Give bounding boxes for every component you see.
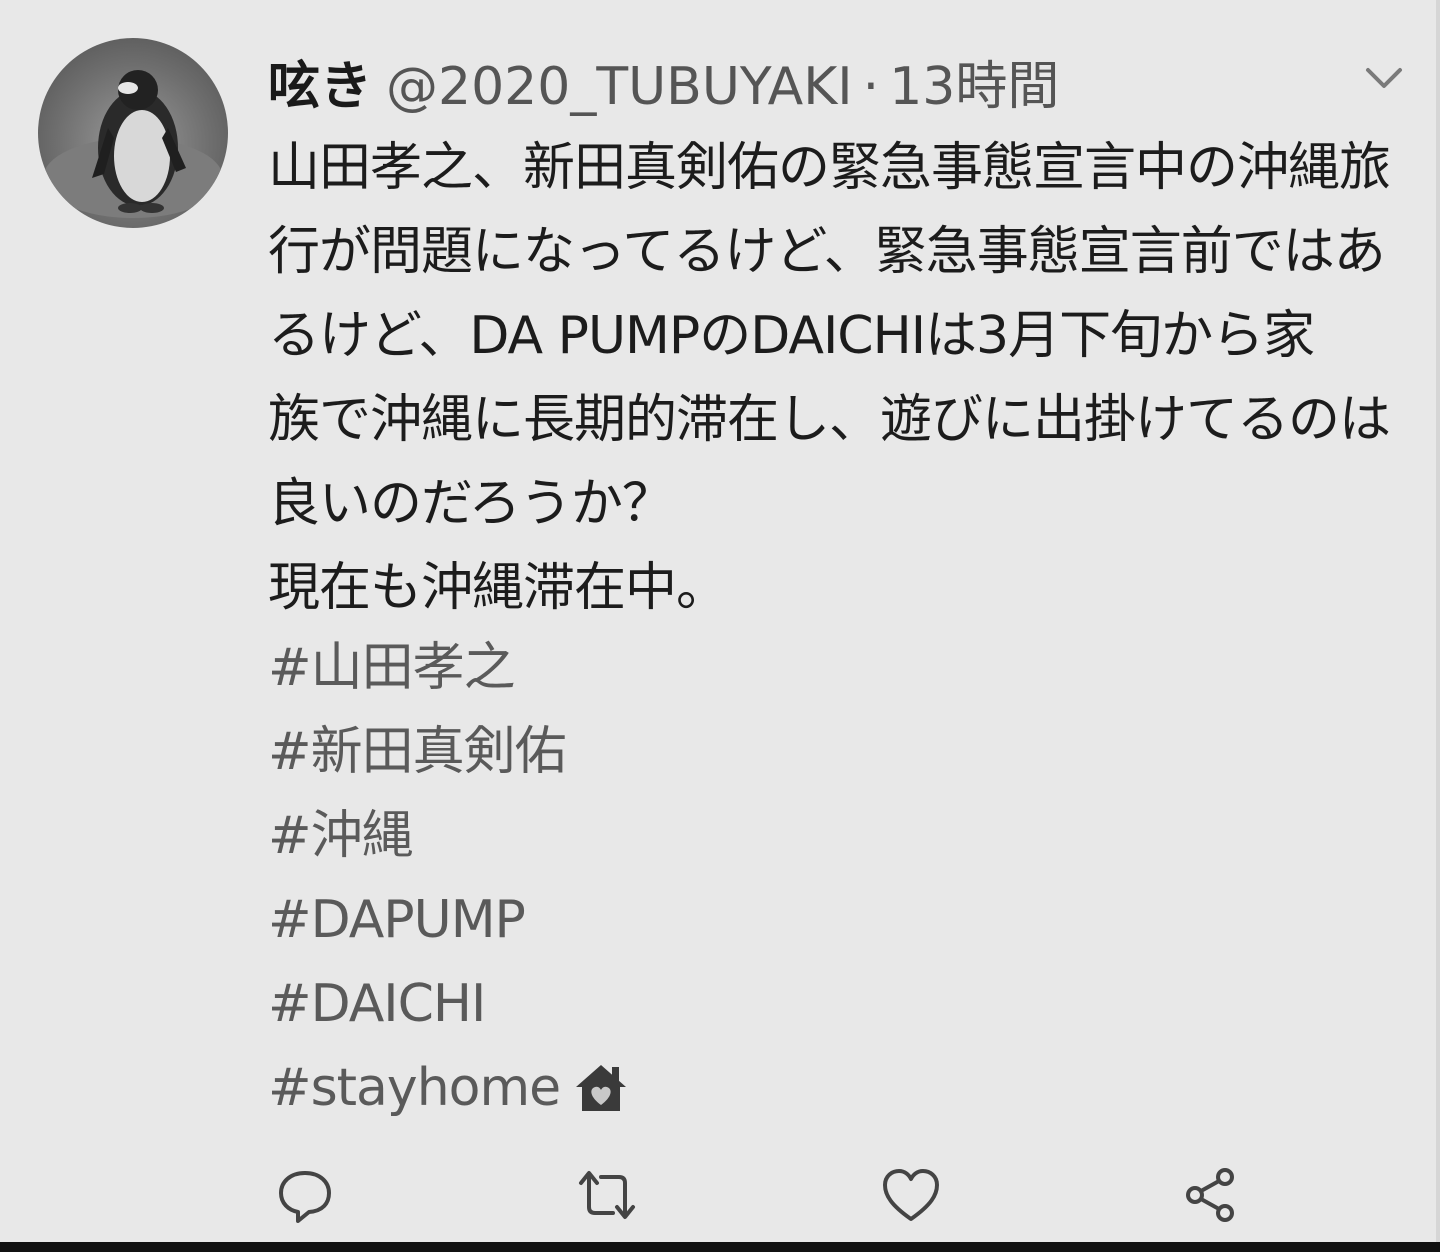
- screen-edge: [0, 1242, 1440, 1252]
- chevron-down-icon[interactable]: [1362, 60, 1406, 96]
- share-icon: [1186, 1168, 1234, 1222]
- separator-dot: ·: [862, 57, 880, 117]
- tweet-text-line: 良いのだろうか？: [268, 474, 674, 534]
- hashtag-link[interactable]: #山田孝之: [268, 626, 630, 710]
- timestamp[interactable]: 13時間: [889, 44, 1059, 119]
- hashtag-link[interactable]: #DAPUMP: [268, 878, 630, 962]
- retweet-button[interactable]: [572, 1160, 642, 1230]
- tweet-text-line: 族で沖縄に長期的滞在し、遊びに出掛けてるのは: [268, 390, 1391, 450]
- tweet-text-line: るけど、DA PUMPのDAICHIは3月下旬から家: [268, 306, 1315, 366]
- penguin-avatar-image: [43, 70, 223, 218]
- tweet-actions: [270, 1160, 1270, 1240]
- heart-icon: [883, 1169, 939, 1221]
- avatar[interactable]: [38, 38, 228, 228]
- tweet-header: 呟き @2020_TUBUYAKI · 13時間: [268, 44, 1059, 124]
- display-name[interactable]: 呟き: [268, 44, 372, 119]
- tweet-text: 山田孝之、新田真剣佑の緊急事態宣言中の沖縄旅 行が問題になってるけど、緊急事態宣…: [268, 126, 1408, 630]
- screen-edge: [1436, 0, 1440, 1252]
- hashtag-link[interactable]: #新田真剣佑: [268, 710, 630, 794]
- hashtag-list: #山田孝之 #新田真剣佑 #沖縄 #DAPUMP #DAICHI #stayho…: [268, 626, 630, 1130]
- tweet-text-line: 行が問題になってるけど、緊急事態宣言前ではあ: [268, 222, 1386, 282]
- reply-button[interactable]: [270, 1160, 340, 1230]
- tweet-text-line: 現在も沖縄滞在中。: [268, 558, 728, 618]
- reply-icon: [279, 1171, 331, 1223]
- retweet-icon: [579, 1171, 635, 1219]
- user-handle[interactable]: @2020_TUBUYAKI: [386, 57, 853, 117]
- share-button[interactable]: [1176, 1160, 1246, 1230]
- tweet-text-line: 山田孝之、新田真剣佑の緊急事態宣言中の沖縄旅: [268, 138, 1391, 198]
- hashtag-link[interactable]: #stayhome: [268, 1046, 561, 1130]
- stayhome-row: #stayhome: [268, 1046, 630, 1130]
- like-button[interactable]: [876, 1160, 946, 1230]
- hashtag-link[interactable]: #沖縄: [268, 794, 630, 878]
- hashtag-link[interactable]: #DAICHI: [268, 962, 630, 1046]
- house-heart-icon: [576, 1065, 627, 1111]
